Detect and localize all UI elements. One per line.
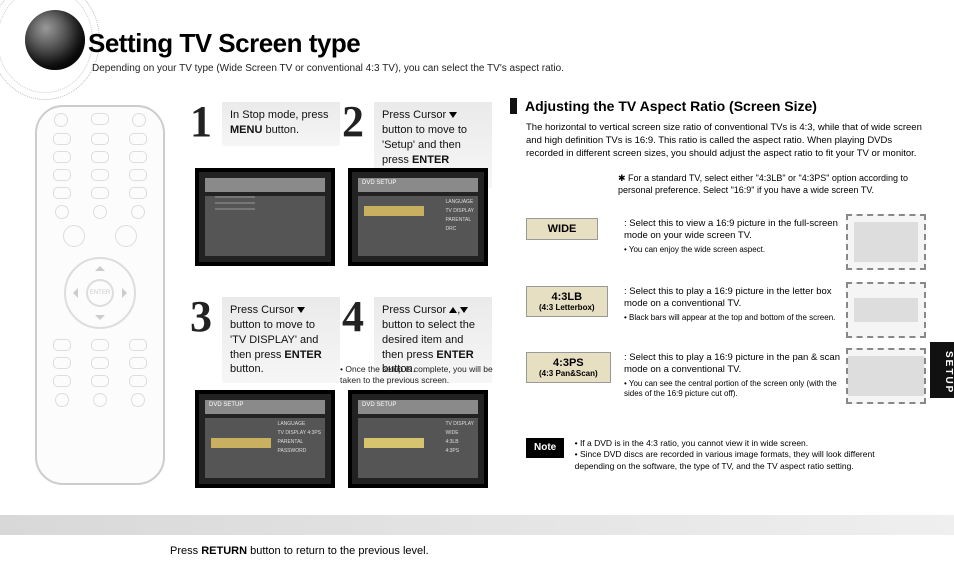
option-desc: : Select this to view a 16:9 picture in … (624, 218, 842, 255)
option-thumb-wide (846, 214, 926, 270)
adjust-paragraph: The horizontal to vertical screen size r… (526, 122, 924, 160)
option-desc: : Select this to play a 16:9 picture in … (624, 352, 842, 399)
footer-hint: Press RETURN button to return to the pre… (170, 545, 429, 557)
side-tab-setup: SETUP (930, 342, 954, 398)
cursor-down-icon (297, 307, 305, 313)
tv-screenshot-2: DVD SETUP LANGUAGE TV DISPLAY PARENTAL D… (348, 168, 488, 266)
option-label: WIDE (526, 218, 598, 240)
option-43ps: 4:3PS (4:3 Pan&Scan) : Select this to pl… (526, 352, 926, 383)
decorative-sphere (0, 0, 90, 90)
step-number: 3 (190, 295, 212, 339)
note-block: Note • If a DVD is in the 4:3 ratio, you… (526, 438, 926, 472)
adjust-note: ✱ For a standard TV, select either "4:3L… (618, 172, 918, 196)
step-3-text: Press Cursor button to move to 'TV DISPL… (222, 297, 340, 383)
note-badge: Note (526, 438, 564, 458)
completion-tip: • Once the setup is complete, you will b… (340, 364, 500, 386)
note-line: • Since DVD discs are recorded in variou… (575, 449, 875, 470)
adjust-heading: Adjusting the TV Aspect Ratio (Screen Si… (510, 98, 817, 114)
cursor-pad: ENTER (64, 257, 136, 329)
note-line: • If a DVD is in the 4:3 ratio, you cann… (575, 438, 809, 448)
option-wide: WIDE : Select this to view a 16:9 pictur… (526, 218, 926, 240)
option-thumb-panscan (846, 348, 926, 404)
option-thumb-letterbox (846, 282, 926, 338)
tv-screenshot-4: DVD SETUP TV DISPLAY WIDE4:3LB4:3PS (348, 390, 488, 488)
step-number: 2 (342, 100, 364, 144)
option-desc: : Select this to play a 16:9 picture in … (624, 286, 842, 323)
remote-illustration: ENTER (35, 105, 165, 485)
option-label: 4:3LB (4:3 Letterbox) (526, 286, 608, 317)
step-number: 1 (190, 100, 212, 144)
step-number: 4 (342, 295, 364, 339)
cursor-down-icon (449, 112, 457, 118)
footer-divider (0, 515, 954, 535)
page-title: Setting TV Screen type (88, 28, 360, 59)
page-subtitle: Depending on your TV type (Wide Screen T… (92, 62, 564, 75)
option-label: 4:3PS (4:3 Pan&Scan) (526, 352, 611, 383)
step-1-text: In Stop mode, press MENU button. (222, 102, 340, 146)
cursor-up-icon (449, 307, 457, 313)
tv-screenshot-1 (195, 168, 335, 266)
cursor-down-icon (460, 307, 468, 313)
option-43lb: 4:3LB (4:3 Letterbox) : Select this to p… (526, 286, 926, 317)
tv-screenshot-3: DVD SETUP LANGUAGE TV DISPLAY 4:3PS PARE… (195, 390, 335, 488)
